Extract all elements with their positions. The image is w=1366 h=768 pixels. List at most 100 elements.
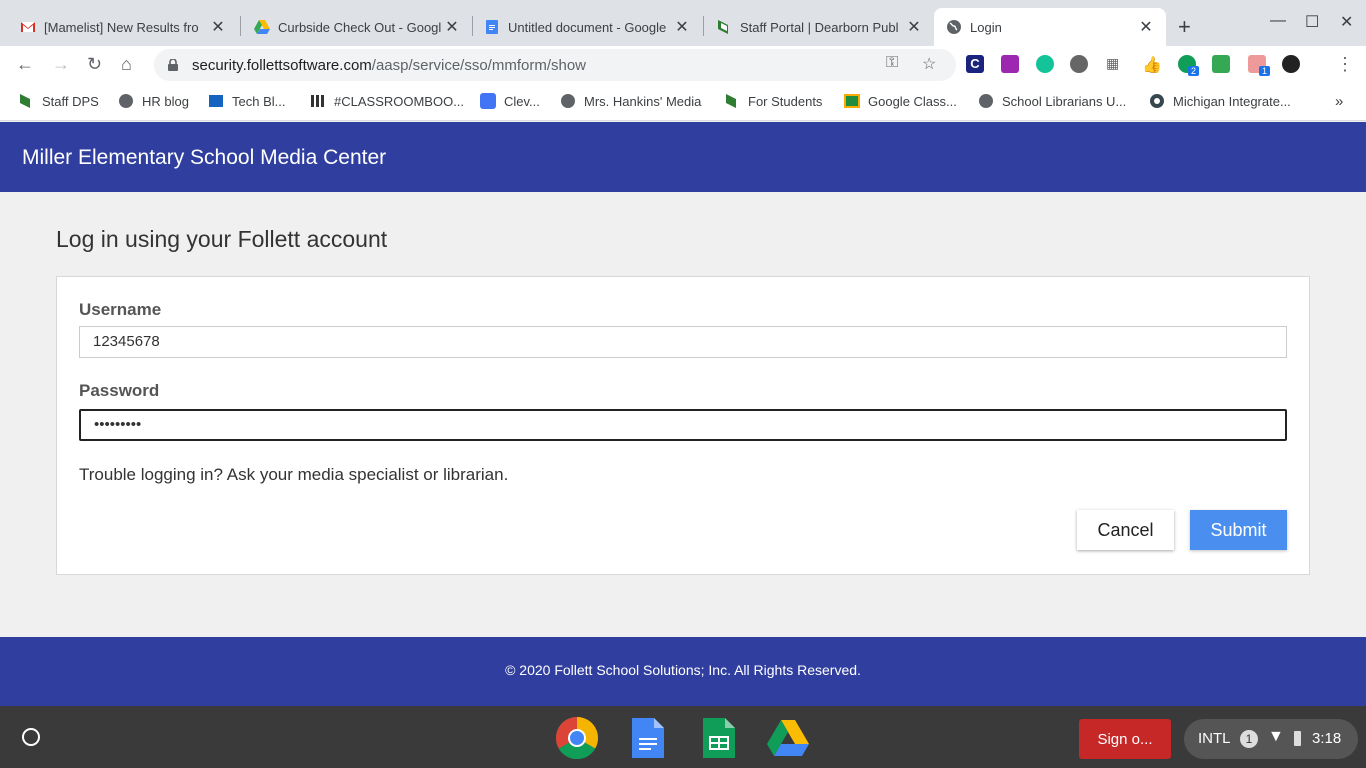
clock: 3:18 [1312, 730, 1342, 747]
notification-count: 1 [1240, 730, 1258, 748]
site-footer: © 2020 Follett School Solutions; Inc. Al… [0, 637, 1366, 706]
grid-icon[interactable]: ▦ [1106, 55, 1124, 73]
globe-icon [947, 20, 961, 34]
tab-title: Curbside Check Out - Googl [278, 19, 442, 35]
ext-badge: 1 [1259, 66, 1271, 76]
star-icon[interactable]: ☆ [922, 54, 936, 74]
google-docs-icon [486, 20, 498, 34]
tab-curbside[interactable]: Curbside Check Out - Googl ✕ [242, 8, 472, 46]
bookmarks-overflow-button[interactable]: » [1335, 93, 1343, 110]
new-tab-button[interactable]: + [1178, 14, 1191, 40]
tab-title: Login [970, 19, 1002, 35]
bookmark-google-classroom[interactable]: Google Class... [844, 93, 957, 109]
grammarly-icon[interactable] [1036, 55, 1054, 73]
maximize-icon[interactable]: ☐ [1305, 12, 1319, 32]
sign-out-button[interactable]: Sign o... [1079, 719, 1171, 759]
chat-badge: 2 [1188, 66, 1200, 76]
clever-icon [480, 93, 496, 109]
eyedropper-icon[interactable] [1282, 55, 1300, 73]
tech-blog-icon [209, 95, 223, 107]
screencastify-icon[interactable] [1212, 55, 1230, 73]
address-bar[interactable]: security.follettsoftware.com/aasp/servic… [154, 49, 956, 81]
bookmark-tech-blog[interactable]: Tech Bl... [208, 93, 285, 109]
menu-icon[interactable]: ⋮ [1336, 54, 1354, 75]
close-icon[interactable]: ✕ [210, 17, 226, 37]
help-text: Trouble logging in? Ask your media speci… [79, 465, 509, 484]
tab-title: Untitled document - Google [508, 19, 667, 35]
bookmark-classroombooks[interactable]: #CLASSROOMBOO... [310, 93, 464, 109]
bookmark-hr-blog[interactable]: HR blog [118, 93, 189, 109]
ime-indicator: INTL [1198, 730, 1231, 747]
dearborn-logo-icon [718, 20, 728, 34]
home-icon[interactable]: ⌂ [121, 54, 132, 75]
password-label: Password [79, 381, 160, 400]
battery-icon [1294, 731, 1301, 746]
tab-strip: [Mamelist] New Results fro ✕ Curbside Ch… [0, 0, 1366, 46]
dearborn-logo-icon [20, 94, 30, 108]
back-icon[interactable]: ← [16, 54, 34, 75]
tab-login[interactable]: Login ✕ [934, 8, 1166, 46]
bookmark-label: Michigan Integrate... [1173, 93, 1291, 109]
url-host: security.follettsoftware.com [192, 56, 372, 74]
copyright-text: © 2020 Follett School Solutions; Inc. Al… [505, 662, 861, 678]
dearborn-logo-icon [726, 94, 736, 108]
bookmark-label: Tech Bl... [232, 93, 286, 109]
minimize-icon[interactable]: — [1270, 12, 1286, 30]
extension-puzzle-icon[interactable] [1001, 55, 1019, 73]
circle-logo-icon [1150, 94, 1164, 108]
bookmark-michigan-integrated[interactable]: Michigan Integrate... [1149, 93, 1291, 109]
wordpress-icon[interactable] [1070, 55, 1088, 73]
username-label: Username [79, 300, 162, 319]
close-icon[interactable]: ✕ [444, 17, 460, 37]
bookmark-label: School Librarians U... [1002, 93, 1127, 109]
key-icon[interactable]: ⚿ [886, 54, 898, 72]
close-icon[interactable]: ✕ [674, 17, 690, 37]
bookmark-label: Mrs. Hankins' Media [584, 93, 702, 109]
username-input[interactable]: 12345678 [79, 326, 1287, 358]
bookmarks-bar: Staff DPS HR blog Tech Bl... #CLASSROOMB… [0, 84, 1366, 121]
wifi-icon: ▼ [1268, 728, 1284, 745]
login-form: Username 12345678 Password ••••••••• Tro… [56, 276, 1310, 575]
tab-untitled-document[interactable]: Untitled document - Google ✕ [472, 8, 702, 46]
books-icon [311, 95, 324, 107]
bookmark-mrs-hankins-media[interactable]: Mrs. Hankins' Media [560, 93, 701, 109]
forward-icon[interactable]: → [52, 54, 70, 75]
gmail-icon [21, 22, 35, 32]
site-title: Miller Elementary School Media Center [22, 146, 387, 169]
close-window-icon[interactable]: ✕ [1340, 12, 1353, 32]
globe-icon [119, 94, 133, 108]
url-path: /aasp/service/sso/mmform/show [371, 56, 587, 74]
bookmark-school-librarians[interactable]: School Librarians U... [978, 93, 1126, 109]
submit-button[interactable]: Submit [1190, 510, 1287, 550]
bookmark-label: For Students [748, 93, 823, 109]
os-shelf: Sign o... INTL 1 ▼ 3:18 [0, 706, 1366, 768]
bookmark-for-students[interactable]: For Students [724, 93, 822, 109]
bookmark-label: #CLASSROOMBOO... [334, 93, 465, 109]
bookmark-staff-dps[interactable]: Staff DPS [18, 93, 99, 109]
reload-icon[interactable]: ↻ [87, 54, 102, 75]
extension-c-icon[interactable]: C [966, 55, 984, 73]
tab-mamelist[interactable]: [Mamelist] New Results fro ✕ [8, 8, 238, 46]
tab-title: [Mamelist] New Results fro [44, 19, 199, 35]
google-sheets-icon[interactable] [697, 716, 741, 760]
launcher-icon[interactable] [22, 728, 40, 746]
google-drive-icon [254, 20, 270, 34]
thumbs-up-icon[interactable]: 👍 [1142, 55, 1162, 74]
site-header: Miller Elementary School Media Center [0, 122, 1366, 192]
close-icon[interactable]: ✕ [906, 17, 922, 37]
page-title: Log in using your Follett account [56, 226, 388, 252]
chrome-icon[interactable] [555, 716, 599, 760]
google-docs-icon[interactable] [626, 716, 670, 760]
tab-title: Staff Portal | Dearborn Publ [740, 19, 899, 35]
system-tray[interactable]: INTL 1 ▼ 3:18 [1184, 719, 1358, 759]
bookmark-clever[interactable]: Clev... [480, 93, 540, 109]
close-icon[interactable]: ✕ [1138, 17, 1154, 37]
google-classroom-icon [844, 94, 860, 108]
browser-toolbar: ← → ↻ ⌂ security.follettsoftware.com/aas… [0, 46, 1366, 84]
cancel-button[interactable]: Cancel [1077, 510, 1174, 550]
google-drive-icon[interactable] [766, 716, 810, 760]
url-text: security.follettsoftware.com/aasp/servic… [192, 57, 586, 74]
tab-staff-portal[interactable]: Staff Portal | Dearborn Publ ✕ [704, 8, 934, 46]
bookmark-label: Staff DPS [42, 93, 99, 109]
password-input[interactable]: ••••••••• [79, 409, 1287, 441]
